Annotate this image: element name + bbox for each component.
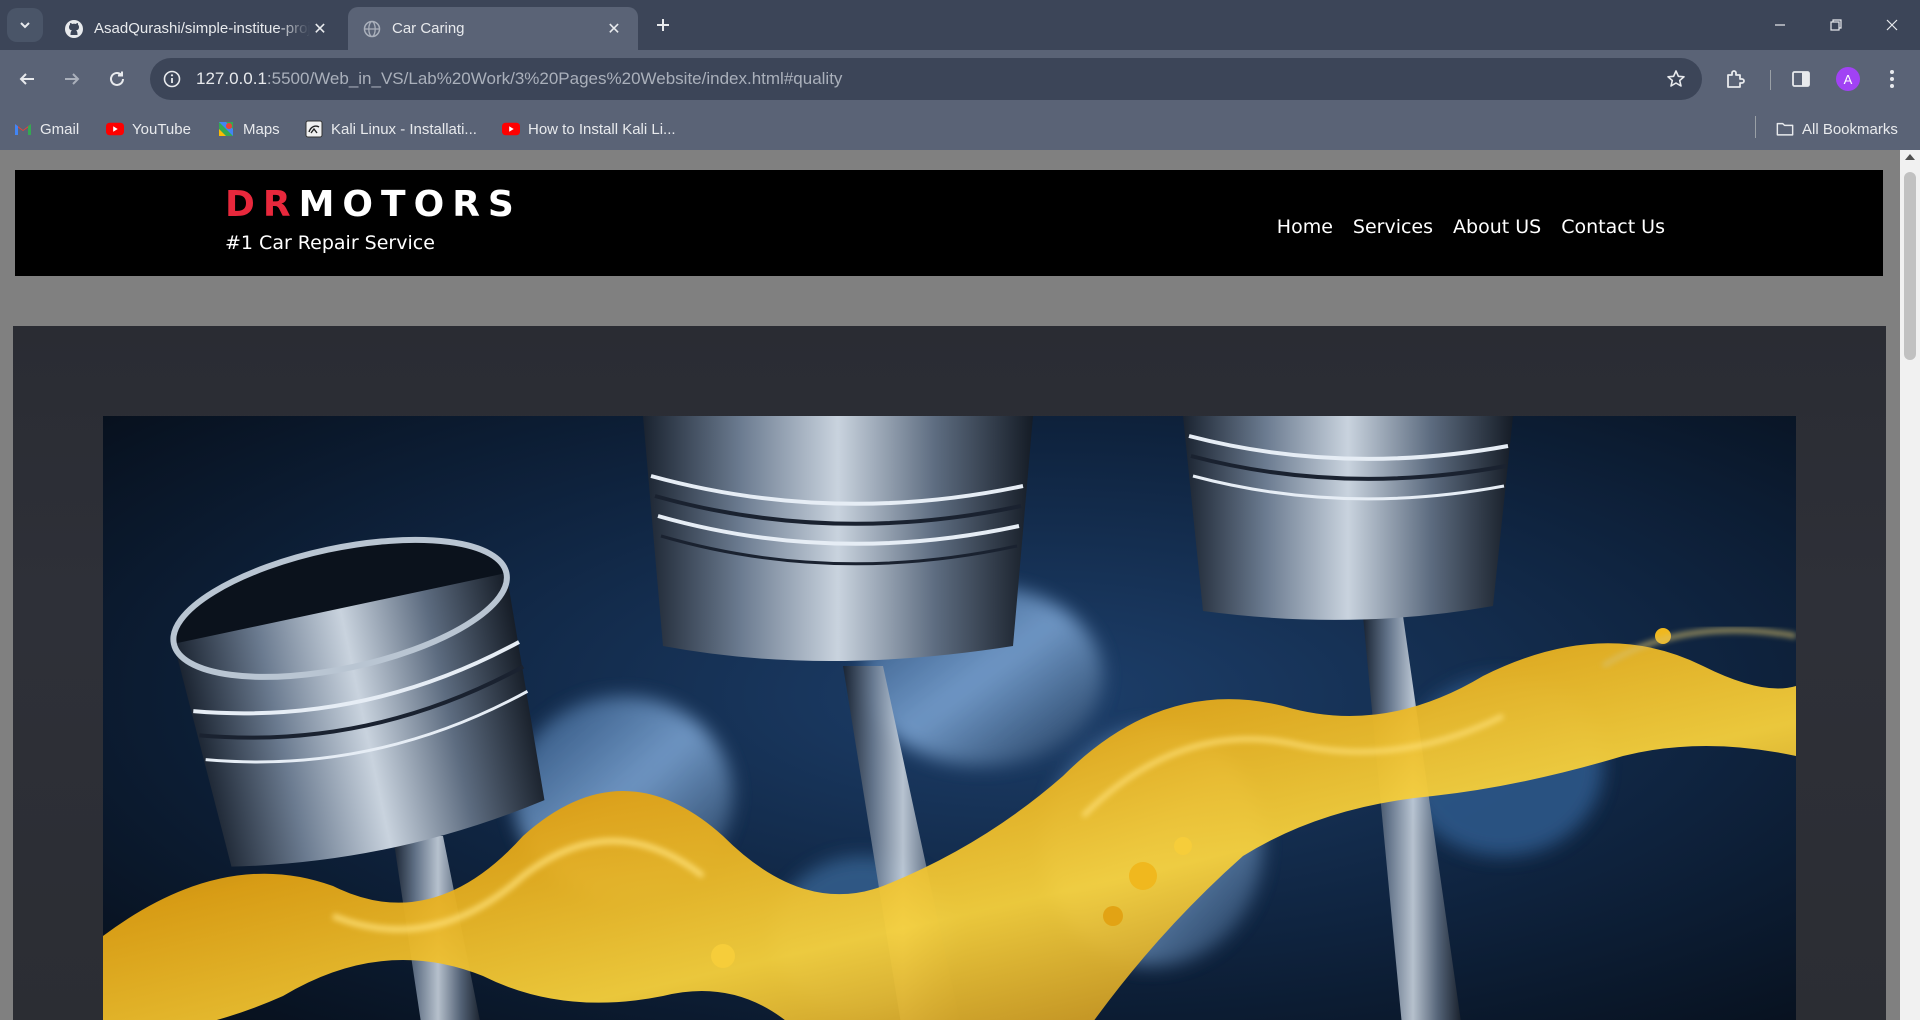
scroll-up-arrow-icon[interactable]	[1905, 154, 1915, 160]
nav-link-about[interactable]: About US	[1453, 216, 1541, 238]
window-controls	[1752, 0, 1920, 50]
github-icon	[64, 19, 84, 39]
hero-section	[13, 326, 1886, 1020]
tab-search-button[interactable]	[7, 8, 43, 42]
url-host: 127.0.0.1	[196, 69, 267, 88]
reload-icon	[110, 71, 124, 86]
youtube-icon	[106, 120, 124, 138]
site-info-icon[interactable]	[160, 67, 184, 91]
restore-button[interactable]	[1808, 0, 1864, 50]
maps-icon	[217, 120, 235, 138]
close-icon[interactable]: ✕	[604, 19, 624, 39]
all-bookmarks-button[interactable]: All Bookmarks	[1776, 117, 1898, 141]
bookmark-youtube[interactable]: YouTube	[106, 117, 191, 141]
page-scrollbar[interactable]	[1900, 150, 1920, 1020]
avatar: A	[1836, 67, 1860, 91]
toolbar-divider	[1770, 70, 1771, 90]
nav-link-home[interactable]: Home	[1277, 216, 1333, 238]
arrow-right-icon	[65, 73, 80, 85]
bookmark-gmail[interactable]: Gmail	[14, 117, 79, 141]
extensions-button[interactable]	[1718, 62, 1752, 96]
bookmark-label: YouTube	[132, 120, 191, 138]
page-viewport: DRMOTORS #1 Car Repair Service Home Serv…	[0, 150, 1900, 1020]
bookmark-star-icon[interactable]	[1664, 67, 1688, 91]
chevron-down-icon	[20, 22, 30, 29]
globe-icon	[362, 19, 382, 39]
more-vertical-icon	[1890, 70, 1894, 88]
folder-icon	[1776, 120, 1794, 138]
arrow-left-icon	[19, 73, 34, 85]
side-panel-icon	[1792, 71, 1810, 87]
bookmark-label: Maps	[243, 120, 280, 138]
logo-accent: DR	[225, 184, 299, 225]
tab-title: AsadQurashi/simple-institue-project	[94, 20, 310, 37]
url-text: 127.0.0.1:5500/Web_in_VS/Lab%20Work/3%20…	[196, 69, 842, 89]
restore-icon	[1830, 19, 1842, 31]
browser-menu-button[interactable]	[1875, 62, 1909, 96]
plus-icon	[657, 19, 669, 31]
gmail-icon	[14, 120, 32, 138]
logo-main: MOTORS	[298, 184, 522, 225]
bookmark-label: Kali Linux - Installati...	[331, 120, 477, 138]
minimize-icon	[1775, 24, 1785, 26]
bookmarks-bar: Gmail YouTube Maps Kali Linux - Installa…	[0, 108, 1920, 150]
hero-image-engine-pistons-oil	[103, 416, 1796, 1020]
bookmark-maps[interactable]: Maps	[217, 117, 280, 141]
tab-strip: AsadQurashi/simple-institue-project ✕ Ca…	[0, 0, 1920, 50]
tab-car-caring[interactable]: Car Caring ✕	[348, 7, 638, 50]
youtube-icon	[502, 120, 520, 138]
bookmark-label: All Bookmarks	[1802, 120, 1898, 138]
bookmark-label: How to Install Kali Li...	[528, 120, 676, 138]
puzzle-icon	[1727, 70, 1745, 88]
forward-button[interactable]	[55, 62, 89, 96]
nav-link-contact[interactable]: Contact Us	[1561, 216, 1665, 238]
site-tagline: #1 Car Repair Service	[225, 232, 435, 254]
site-logo[interactable]: DRMOTORS	[225, 184, 522, 225]
kali-icon	[305, 120, 323, 138]
close-icon[interactable]: ✕	[310, 19, 330, 39]
bookmarks-divider	[1755, 116, 1756, 138]
back-button[interactable]	[10, 62, 44, 96]
site-header: DRMOTORS #1 Car Repair Service Home Serv…	[15, 170, 1883, 276]
close-window-button[interactable]	[1864, 0, 1920, 50]
browser-toolbar: 127.0.0.1:5500/Web_in_VS/Lab%20Work/3%20…	[0, 50, 1920, 108]
url-path: :5500/Web_in_VS/Lab%20Work/3%20Pages%20W…	[266, 69, 843, 88]
reload-button[interactable]	[100, 62, 134, 96]
address-bar[interactable]: 127.0.0.1:5500/Web_in_VS/Lab%20Work/3%20…	[150, 58, 1702, 100]
bookmark-kali-video[interactable]: How to Install Kali Li...	[502, 117, 676, 141]
bookmark-kali-install[interactable]: Kali Linux - Installati...	[305, 117, 477, 141]
new-tab-button[interactable]	[650, 12, 676, 38]
site-nav: Home Services About US Contact Us	[1277, 216, 1665, 238]
tab-title: Car Caring	[392, 20, 465, 37]
side-panel-button[interactable]	[1784, 62, 1818, 96]
minimize-button[interactable]	[1752, 0, 1808, 50]
bookmark-label: Gmail	[40, 120, 80, 138]
tab-github[interactable]: AsadQurashi/simple-institue-project ✕	[50, 7, 344, 50]
scroll-thumb[interactable]	[1904, 172, 1916, 360]
profile-button[interactable]: A	[1831, 62, 1865, 96]
close-icon	[1886, 19, 1898, 31]
nav-link-services[interactable]: Services	[1353, 216, 1433, 238]
